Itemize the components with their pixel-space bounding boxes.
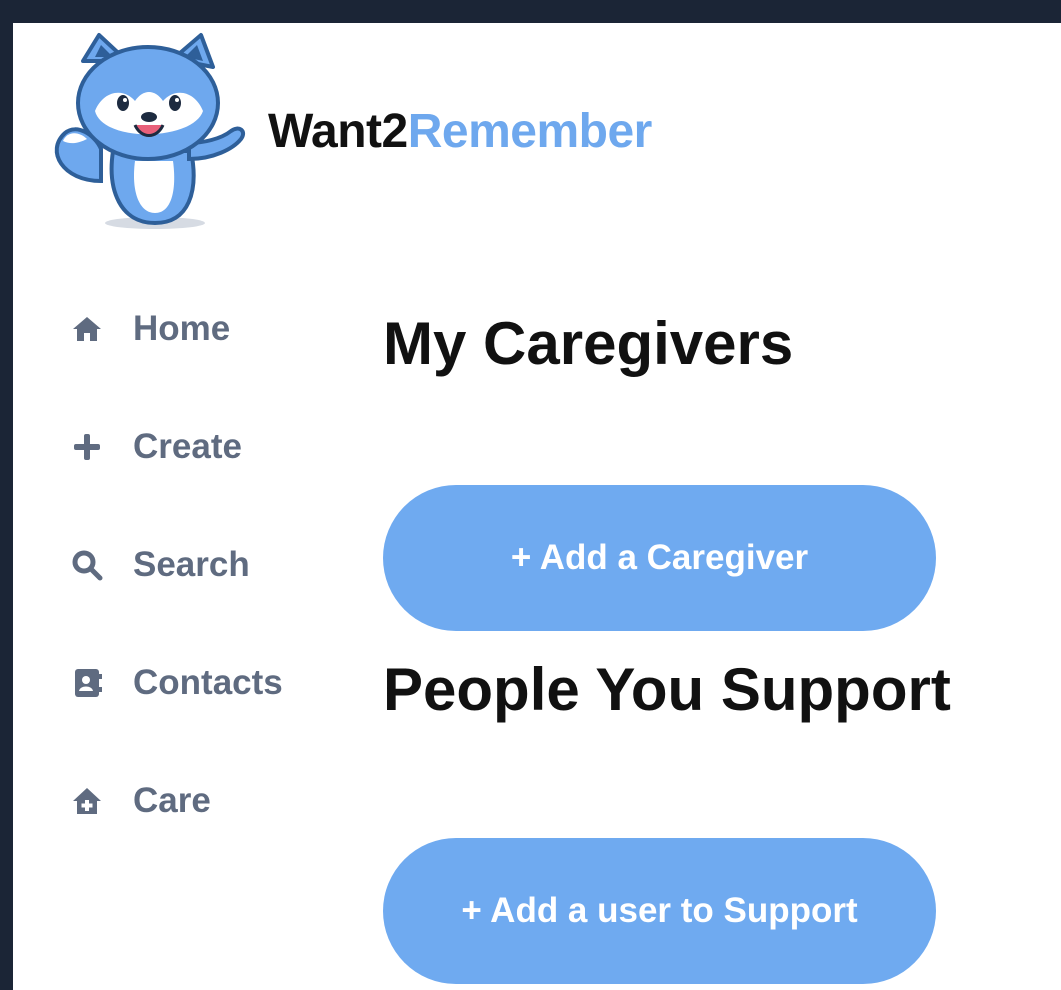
sidebar-item-home[interactable]: Home xyxy=(69,309,230,349)
sidebar-item-label: Contacts xyxy=(133,663,283,702)
plus-icon xyxy=(69,429,105,465)
sidebar-item-create[interactable]: Create xyxy=(69,427,242,467)
brand-name-part2: Remember xyxy=(407,104,653,158)
add-user-to-support-button[interactable]: + Add a user to Support xyxy=(383,838,936,984)
app-window: Want2Remember Home Create Search Contact… xyxy=(13,23,1061,990)
brand-header[interactable]: Want2Remember xyxy=(43,31,652,231)
add-caregiver-button[interactable]: + Add a Caregiver xyxy=(383,485,936,631)
sidebar-item-label: Home xyxy=(133,309,231,348)
contact-book-icon xyxy=(69,665,105,701)
sidebar-item-contacts[interactable]: Contacts xyxy=(69,663,283,703)
fox-mascot-logo xyxy=(54,33,246,229)
brand-name-part1: Want2 xyxy=(268,104,408,158)
sidebar-item-label: Create xyxy=(133,427,242,466)
sidebar-item-label: Search xyxy=(133,545,250,584)
sidebar-item-care[interactable]: Care xyxy=(69,781,211,821)
people-you-support-title: People You Support xyxy=(383,656,951,723)
sidebar-item-search[interactable]: Search xyxy=(69,545,250,585)
home-icon xyxy=(69,311,105,347)
search-icon xyxy=(69,547,105,583)
sidebar-item-label: Care xyxy=(133,781,211,820)
brand-name: Want2Remember xyxy=(268,104,652,159)
care-house-icon xyxy=(69,783,105,819)
caregivers-title: My Caregivers xyxy=(383,310,794,377)
